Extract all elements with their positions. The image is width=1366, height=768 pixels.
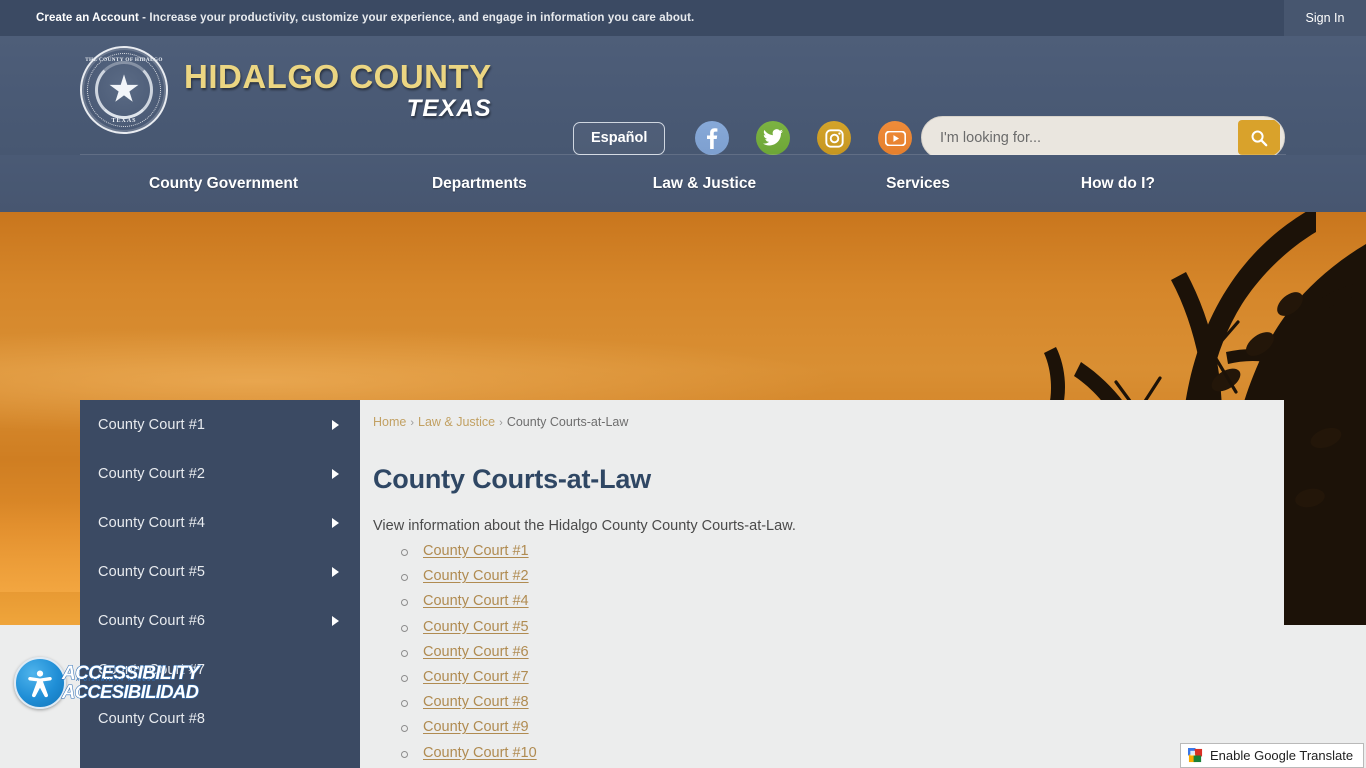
site-logo-link[interactable]: THE COUNTY OF HIDALGO TEXAS HIDALGO COUN… (80, 46, 492, 134)
nav-item-law-justice[interactable]: Law & Justice (653, 175, 756, 193)
breadcrumb: Home › Law & Justice › County Courts-at-Law (373, 415, 628, 429)
breadcrumb-home-link[interactable]: Home (373, 415, 406, 429)
social-links (695, 121, 912, 155)
accessibility-tagline: A DISABILITY ACCESS (76, 677, 157, 682)
sidebar-item-label: County Court #4 (98, 514, 206, 531)
accessibility-label-es: ACCESIBILIDAD (61, 681, 199, 703)
county-seal-icon: THE COUNTY OF HIDALGO TEXAS (80, 46, 168, 134)
search-input[interactable] (922, 117, 1238, 158)
sidebar-item-county-court-6[interactable]: County Court #6 (80, 596, 360, 645)
sidebar-item-label: County Court #6 (98, 612, 206, 629)
nav-item-how-do-i[interactable]: How do I? (1081, 175, 1155, 193)
site-header: THE COUNTY OF HIDALGO TEXAS HIDALGO COUN… (0, 36, 1366, 159)
google-translate-label: Enable Google Translate (1210, 748, 1354, 763)
seal-bottom-text: TEXAS (111, 118, 137, 124)
primary-navigation: County Government Departments Law & Just… (0, 155, 1366, 212)
sidebar-item-county-court-4[interactable]: County Court #4 (80, 498, 360, 547)
accessibility-widget[interactable]: ACCESSIBILITY ACCESIBILIDAD A DISABILITY… (14, 657, 200, 709)
espanol-label: Español (591, 130, 648, 146)
seal-top-text: THE COUNTY OF HIDALGO (85, 57, 163, 63)
chevron-right-icon (332, 615, 339, 626)
page-root: Create an Account - Increase your produc… (0, 0, 1366, 768)
breadcrumb-current: County Courts-at-Law (506, 415, 629, 429)
list-item: County Court #9 (393, 714, 537, 739)
youtube-icon[interactable] (878, 121, 912, 155)
search-icon (1251, 130, 1268, 146)
breadcrumb-separator: › (410, 417, 415, 429)
list-item: County Court #1 (393, 538, 537, 563)
sidebar-item-label: County Court #2 (98, 465, 206, 482)
google-translate-icon (1188, 748, 1203, 763)
sign-in-label: Sign In (1305, 11, 1345, 25)
page-intro-text: View information about the Hidalgo Count… (373, 518, 796, 534)
create-account-message-rest: - Increase your productivity, customize … (138, 12, 695, 24)
chevron-right-icon (332, 566, 339, 577)
list-item: County Court #5 (393, 614, 537, 639)
section-sidebar: County Court #1 County Court #2 County C… (80, 400, 360, 768)
google-translate-button[interactable]: Enable Google Translate (1180, 743, 1364, 768)
county-court-link-list: County Court #1 County Court #2 County C… (393, 538, 537, 765)
county-court-link-4[interactable]: County Court #4 (423, 593, 529, 609)
list-item: County Court #8 (393, 689, 537, 714)
page-title: County Courts-at-Law (373, 464, 651, 494)
county-court-link-6[interactable]: County Court #6 (423, 644, 529, 660)
accessibility-person-icon (14, 657, 66, 709)
list-item: County Court #4 (393, 588, 537, 613)
chevron-right-icon (332, 468, 339, 479)
accessibility-wordmark: ACCESSIBILITY ACCESIBILIDAD (61, 663, 200, 703)
breadcrumb-separator: › (499, 417, 503, 429)
create-account-link[interactable]: Create an Account (36, 12, 139, 24)
county-court-link-10[interactable]: County Court #10 (423, 745, 537, 761)
list-item: County Court #6 (393, 639, 537, 664)
sign-in-button[interactable]: Sign In (1284, 0, 1366, 36)
nav-item-services[interactable]: Services (886, 175, 950, 193)
facebook-icon[interactable] (695, 121, 729, 155)
nav-item-county-government[interactable]: County Government (149, 175, 298, 193)
sidebar-item-label: County Court #5 (98, 563, 206, 580)
sidebar-item-label: County Court #1 (98, 416, 206, 433)
sidebar-item-label: County Court #8 (98, 710, 206, 727)
chevron-right-icon (332, 517, 339, 528)
list-item: County Court #2 (393, 563, 537, 588)
espanol-button[interactable]: Español (573, 122, 666, 155)
sidebar-item-county-court-2[interactable]: County Court #2 (80, 449, 360, 498)
list-item: County Court #10 (393, 740, 537, 765)
county-court-link-2[interactable]: County Court #2 (423, 568, 529, 584)
nav-item-departments[interactable]: Departments (432, 175, 527, 193)
site-wordmark: HIDALGO COUNTY TEXAS (184, 60, 492, 121)
county-court-link-1[interactable]: County Court #1 (423, 543, 529, 559)
top-utility-bar: Create an Account - Increase your produc… (0, 0, 1366, 36)
search-box[interactable] (921, 116, 1285, 159)
instagram-icon[interactable] (817, 121, 851, 155)
chevron-right-icon (332, 419, 339, 430)
sidebar-item-county-court-5[interactable]: County Court #5 (80, 547, 360, 596)
breadcrumb-section-link[interactable]: Law & Justice (418, 415, 495, 429)
site-title: HIDALGO COUNTY (184, 57, 492, 95)
county-court-link-7[interactable]: County Court #7 (423, 669, 529, 685)
county-court-link-9[interactable]: County Court #9 (423, 719, 529, 735)
county-court-link-5[interactable]: County Court #5 (423, 619, 529, 635)
twitter-icon[interactable] (756, 121, 790, 155)
search-button[interactable] (1238, 120, 1280, 155)
county-court-link-8[interactable]: County Court #8 (423, 694, 529, 710)
list-item: County Court #7 (393, 664, 537, 689)
site-subtitle: TEXAS (406, 94, 492, 122)
sidebar-item-county-court-1[interactable]: County Court #1 (80, 400, 360, 449)
create-account-message[interactable]: Create an Account - Increase your produc… (36, 12, 694, 24)
